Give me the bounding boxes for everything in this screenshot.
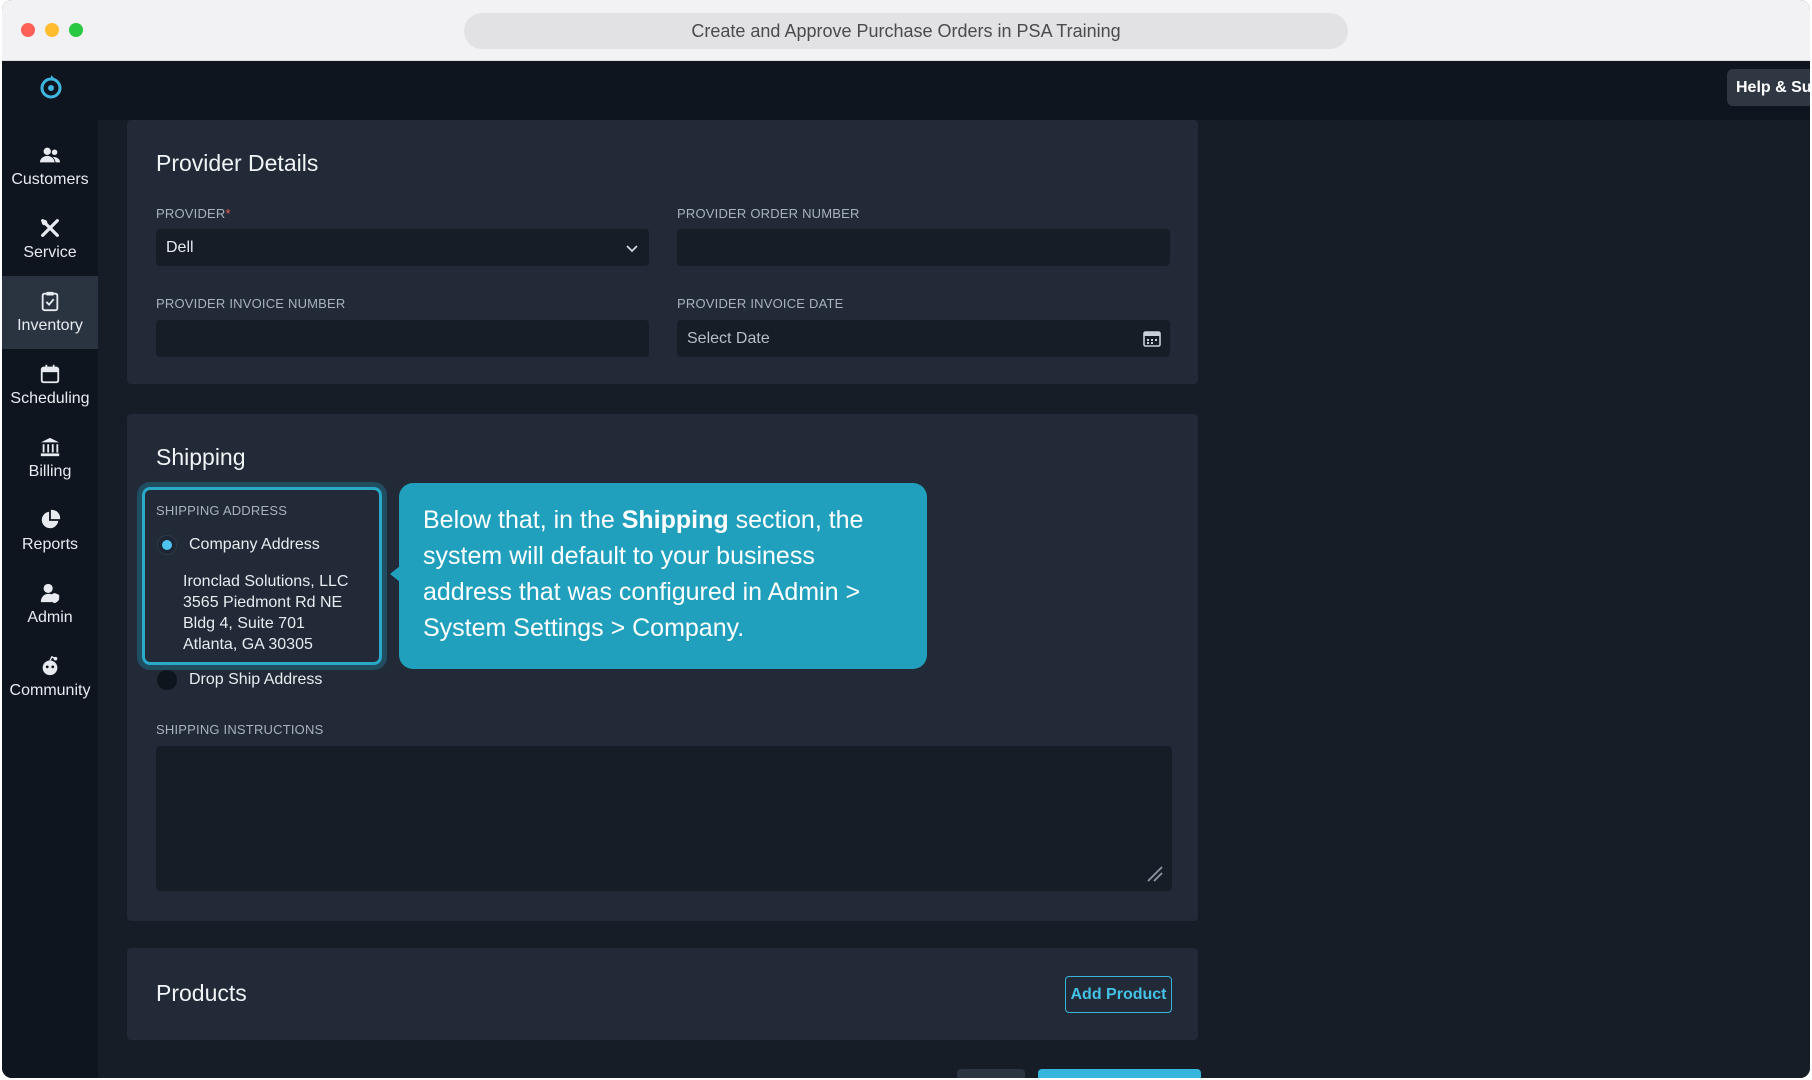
clipboard-icon bbox=[41, 291, 59, 312]
user-shield-icon bbox=[40, 583, 60, 604]
shipping-address-highlight bbox=[142, 487, 382, 665]
footer-primary-button[interactable] bbox=[1038, 1069, 1201, 1078]
shipping-instructions-label: SHIPPING INSTRUCTIONS bbox=[156, 722, 324, 737]
resize-grip-icon[interactable] bbox=[1144, 863, 1164, 883]
pie-chart-icon bbox=[41, 509, 61, 529]
maximize-window-button[interactable] bbox=[69, 23, 83, 37]
shipping-title: Shipping bbox=[156, 444, 246, 470]
chevron-down-icon bbox=[626, 245, 638, 253]
app-logo-icon[interactable] bbox=[36, 72, 66, 102]
sidebar-item-reports[interactable]: Reports bbox=[2, 495, 98, 568]
tutorial-callout: Below that, in the Shipping section, the… bbox=[390, 483, 927, 669]
provider-details-panel: Provider Details PROVIDER* Dell PROVIDER… bbox=[127, 120, 1198, 384]
add-product-button[interactable]: Add Product bbox=[1065, 976, 1172, 1013]
provider-label: PROVIDER* bbox=[156, 206, 231, 221]
provider-invoice-date-picker[interactable]: Select Date bbox=[677, 320, 1170, 357]
sidebar-item-admin[interactable]: Admin bbox=[2, 568, 98, 641]
browser-titlebar: Create and Approve Purchase Orders in PS… bbox=[2, 0, 1810, 61]
app-window: Create and Approve Purchase Orders in PS… bbox=[2, 0, 1810, 1078]
drop-ship-address-radio[interactable] bbox=[157, 670, 177, 690]
sidebar-item-service[interactable]: Service bbox=[2, 203, 98, 276]
provider-order-number-label: PROVIDER ORDER NUMBER bbox=[677, 206, 860, 221]
date-placeholder: Select Date bbox=[687, 330, 770, 347]
provider-details-title: Provider Details bbox=[156, 150, 319, 176]
sidebar-item-label: Inventory bbox=[17, 317, 83, 334]
provider-invoice-number-label: PROVIDER INVOICE NUMBER bbox=[156, 296, 346, 311]
provider-invoice-number-input[interactable] bbox=[156, 320, 649, 357]
help-support-button[interactable]: Help & Sup bbox=[1727, 69, 1810, 106]
provider-select[interactable]: Dell bbox=[156, 229, 649, 266]
users-icon bbox=[39, 147, 61, 163]
sidebar-item-inventory[interactable]: Inventory bbox=[2, 276, 98, 349]
sidebar-item-label: Billing bbox=[28, 463, 72, 480]
sidebar: Customers Service Inventory Scheduling B… bbox=[2, 120, 98, 1078]
sidebar-item-customers[interactable]: Customers bbox=[2, 130, 98, 203]
provider-invoice-date-label: PROVIDER INVOICE DATE bbox=[677, 296, 844, 311]
provider-select-value: Dell bbox=[166, 239, 194, 256]
products-panel: Products bbox=[127, 948, 1198, 1040]
calendar-icon[interactable] bbox=[1143, 329, 1161, 347]
address-bar[interactable]: Create and Approve Purchase Orders in PS… bbox=[464, 13, 1348, 49]
sidebar-item-scheduling[interactable]: Scheduling bbox=[2, 349, 98, 422]
drop-ship-address-label: Drop Ship Address bbox=[189, 671, 323, 688]
required-mark: * bbox=[225, 206, 231, 221]
sidebar-item-label: Customers bbox=[11, 171, 89, 188]
calendar-icon bbox=[40, 364, 60, 384]
sidebar-item-label: Admin bbox=[27, 609, 73, 626]
sidebar-item-community[interactable]: Community bbox=[2, 641, 98, 714]
minimize-window-button[interactable] bbox=[45, 23, 59, 37]
sidebar-item-label: Scheduling bbox=[10, 390, 90, 407]
footer-secondary-button[interactable] bbox=[957, 1069, 1025, 1078]
close-window-button[interactable] bbox=[21, 23, 35, 37]
products-title: Products bbox=[156, 980, 247, 1006]
community-icon bbox=[42, 655, 58, 676]
page-title: Create and Approve Purchase Orders in PS… bbox=[691, 20, 1121, 41]
bank-icon bbox=[40, 437, 60, 457]
provider-order-number-input[interactable] bbox=[677, 229, 1170, 266]
sidebar-item-billing[interactable]: Billing bbox=[2, 422, 98, 495]
sidebar-item-label: Reports bbox=[21, 536, 79, 553]
sidebar-item-label: Service bbox=[23, 244, 77, 261]
sidebar-item-label: Community bbox=[9, 682, 91, 699]
shipping-instructions-input[interactable] bbox=[156, 746, 1172, 891]
callout-emphasis: Shipping bbox=[621, 506, 729, 534]
top-navigation-bar: Help & Sup bbox=[2, 61, 1810, 120]
tools-icon bbox=[41, 219, 59, 237]
